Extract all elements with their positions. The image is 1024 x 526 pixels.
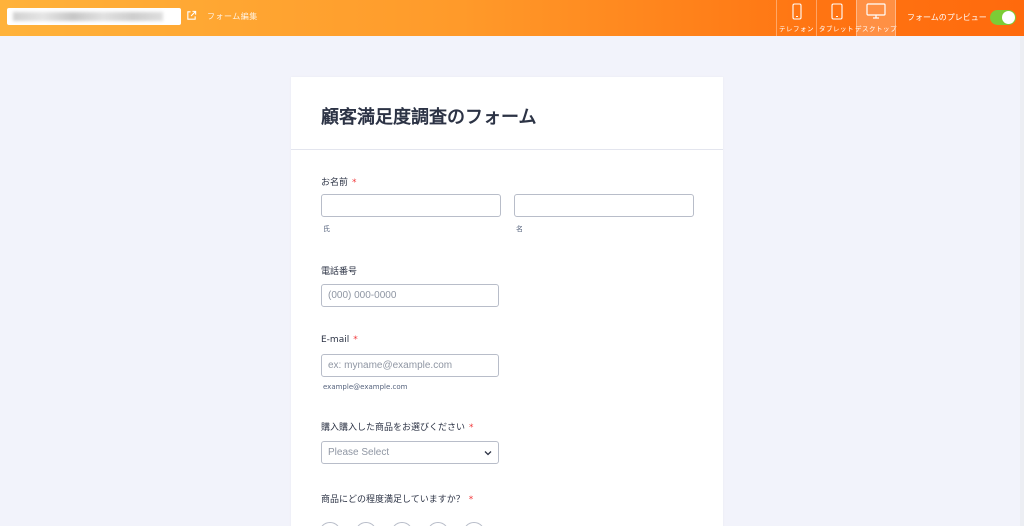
name-label-text: お名前	[321, 178, 349, 188]
rating-option-5[interactable]	[463, 522, 485, 526]
required-marker: *	[352, 178, 357, 188]
desktop-icon	[866, 3, 886, 19]
rating-option-3[interactable]	[391, 522, 413, 526]
first-name-input[interactable]	[321, 194, 501, 217]
required-marker: *	[469, 423, 474, 433]
phone-input[interactable]	[321, 284, 499, 307]
required-marker: *	[353, 335, 358, 345]
form-title: 顧客満足度調査のフォーム	[321, 107, 537, 128]
form-header: 顧客満足度調査のフォーム	[291, 77, 723, 150]
email-label: E-mail *	[321, 335, 501, 345]
device-tablet-label: タブレット	[819, 25, 854, 33]
required-marker: *	[468, 495, 474, 505]
satisfaction-field: 商品にどの程度満足していますか？ *	[319, 492, 693, 526]
satisfaction-label-text: 商品にどの程度満足していますか？	[321, 495, 465, 505]
satisfaction-label: 商品にどの程度満足していますか？ *	[321, 492, 693, 505]
phone-label: 電話番号	[321, 267, 358, 277]
device-tablet-button[interactable]: タブレット	[816, 0, 856, 36]
phone-icon	[791, 3, 802, 20]
toggle-knob	[1002, 11, 1015, 24]
rating-option-2[interactable]	[355, 522, 377, 526]
email-sublabel: example@example.com	[323, 383, 408, 391]
form-url-field[interactable]	[7, 8, 181, 25]
product-select-value: Please Select	[328, 447, 390, 458]
form-card: 顧客満足度調査のフォーム お名前* 氏 名 電話番号 E-mail* examp…	[291, 77, 723, 526]
device-phone-button[interactable]: テレフォン	[776, 0, 816, 36]
first-name-sublabel: 氏	[323, 225, 330, 233]
product-label-text: 購入購入した商品をお選びください	[321, 423, 466, 433]
device-phone-label: テレフォン	[779, 25, 814, 33]
product-select[interactable]: Please Select	[321, 441, 499, 464]
name-field: お名前 * 氏 名	[321, 175, 694, 235]
rating-option-4[interactable]	[427, 522, 449, 526]
email-field: E-mail* example@example.com	[321, 335, 501, 395]
email-label-text: E-mail	[321, 335, 350, 345]
page-scrollbar[interactable]	[1020, 36, 1024, 526]
chevron-down-icon	[484, 450, 492, 455]
phone-field: 電話番号	[321, 264, 501, 310]
rating-option-1[interactable]	[319, 522, 341, 526]
name-label: お名前 *	[321, 175, 693, 188]
last-name-sublabel: 名	[516, 225, 523, 233]
product-field: 購入購入した商品をお選びください * Please Select	[321, 420, 501, 466]
product-label: 購入購入した商品をお選びください *	[321, 420, 501, 433]
form-preview-label: フォームのプレビュー	[907, 13, 987, 22]
blurred-url	[13, 12, 163, 21]
edit-form-link[interactable]: フォーム編集	[207, 11, 258, 22]
email-input[interactable]	[321, 354, 499, 377]
last-name-input[interactable]	[514, 194, 694, 217]
device-desktop-button[interactable]: デスクトップ	[855, 0, 897, 36]
tablet-icon	[830, 3, 843, 20]
device-switcher: テレフォン タブレット デスクトップ	[776, 0, 897, 36]
device-desktop-label: デスクトップ	[855, 25, 897, 33]
external-link-icon[interactable]	[186, 10, 197, 21]
top-bar: フォーム編集 テレフォン タブレット デスクトップ フォームのプレビュー	[0, 0, 1024, 36]
form-preview-toggle[interactable]	[990, 10, 1016, 25]
